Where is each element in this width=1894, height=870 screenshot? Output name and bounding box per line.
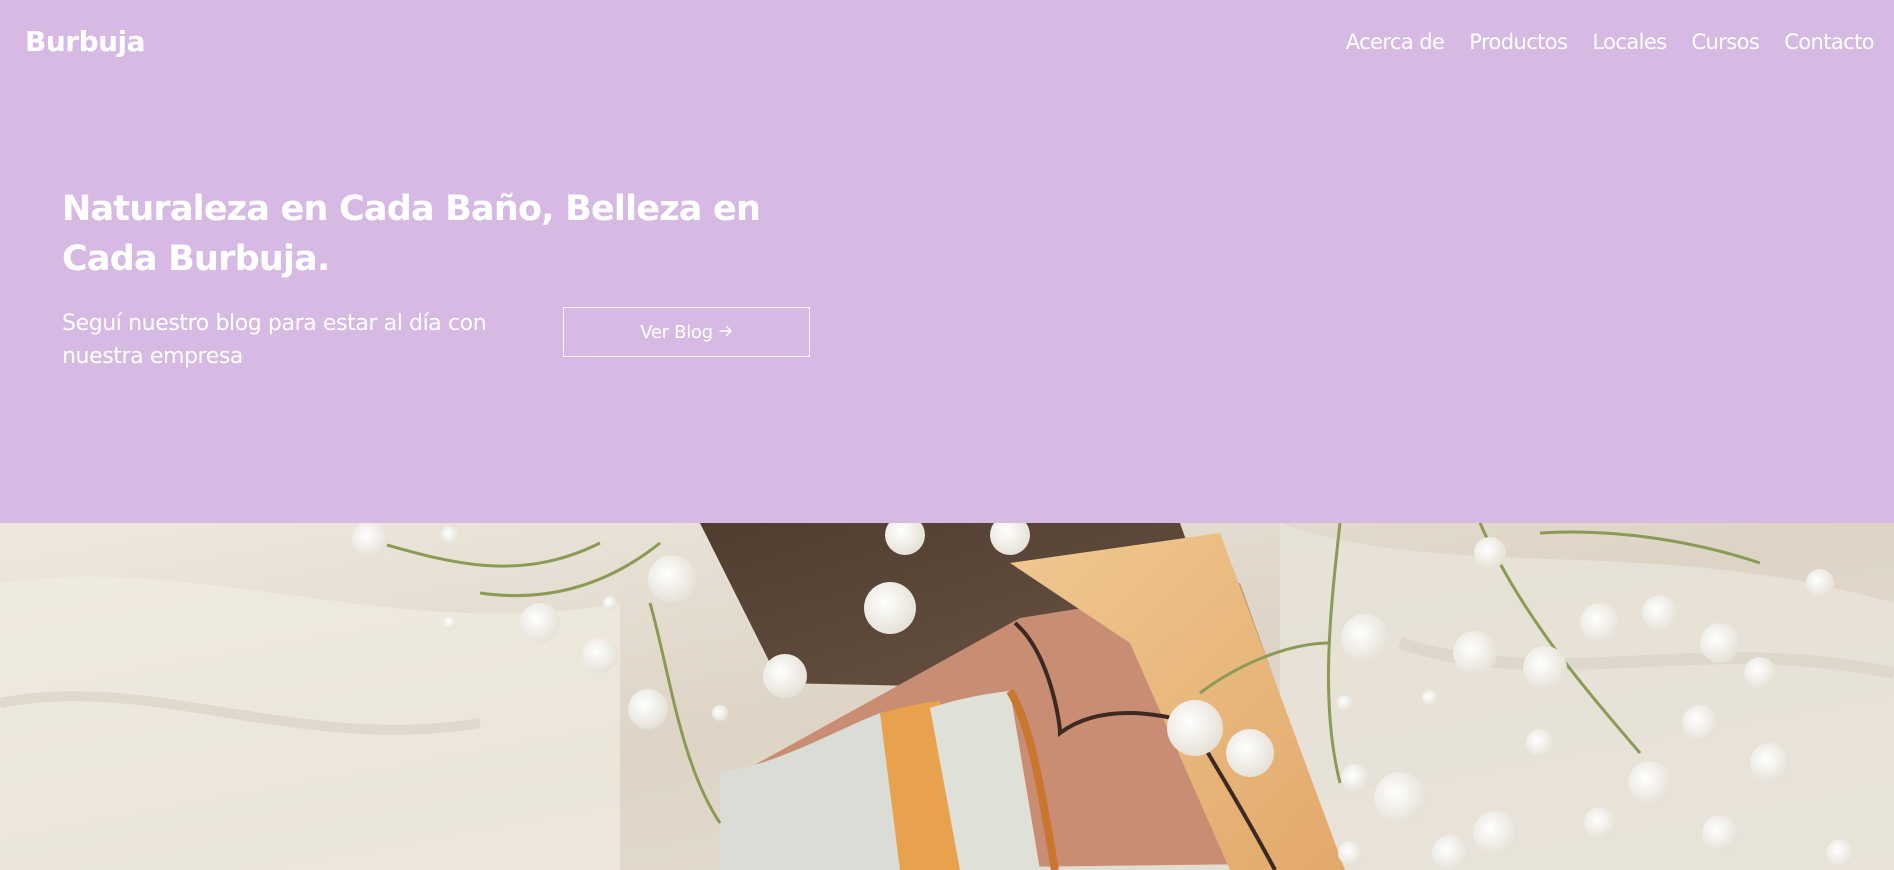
hero-subtitle: Seguí nuestro blog para estar al día con… <box>62 307 532 373</box>
hero-section: Burbuja Acerca de Productos Locales Curs… <box>0 0 1894 523</box>
nav-item-cursos[interactable]: Cursos <box>1691 26 1759 58</box>
arrow-right-icon <box>719 323 733 342</box>
soap-bar-with-flowers-photo <box>0 523 1894 870</box>
nav-links: Acerca de Productos Locales Cursos Conta… <box>1346 26 1875 58</box>
navbar: Burbuja Acerca de Productos Locales Curs… <box>0 0 1894 86</box>
hero-headline: Naturaleza en Cada Baño, Belleza en Cada… <box>62 184 762 284</box>
nav-item-locales[interactable]: Locales <box>1592 26 1667 58</box>
nav-item-acerca-de[interactable]: Acerca de <box>1346 26 1445 58</box>
photo-illustration <box>0 523 1894 870</box>
hero-subtitle-line-2: nuestra empresa <box>62 344 244 369</box>
ver-blog-button[interactable]: Ver Blog <box>563 307 810 357</box>
hero-headline-line-1: Naturaleza en Cada Baño, Belleza en <box>62 189 761 229</box>
hero-subtitle-line-1: Seguí nuestro blog para estar al día con <box>62 311 487 336</box>
nav-item-contacto[interactable]: Contacto <box>1784 26 1874 58</box>
brand-logo[interactable]: Burbuja <box>25 24 146 60</box>
nav-item-productos[interactable]: Productos <box>1469 26 1568 58</box>
ver-blog-button-label: Ver Blog <box>640 321 713 343</box>
hero-headline-line-2: Cada Burbuja. <box>62 239 330 279</box>
